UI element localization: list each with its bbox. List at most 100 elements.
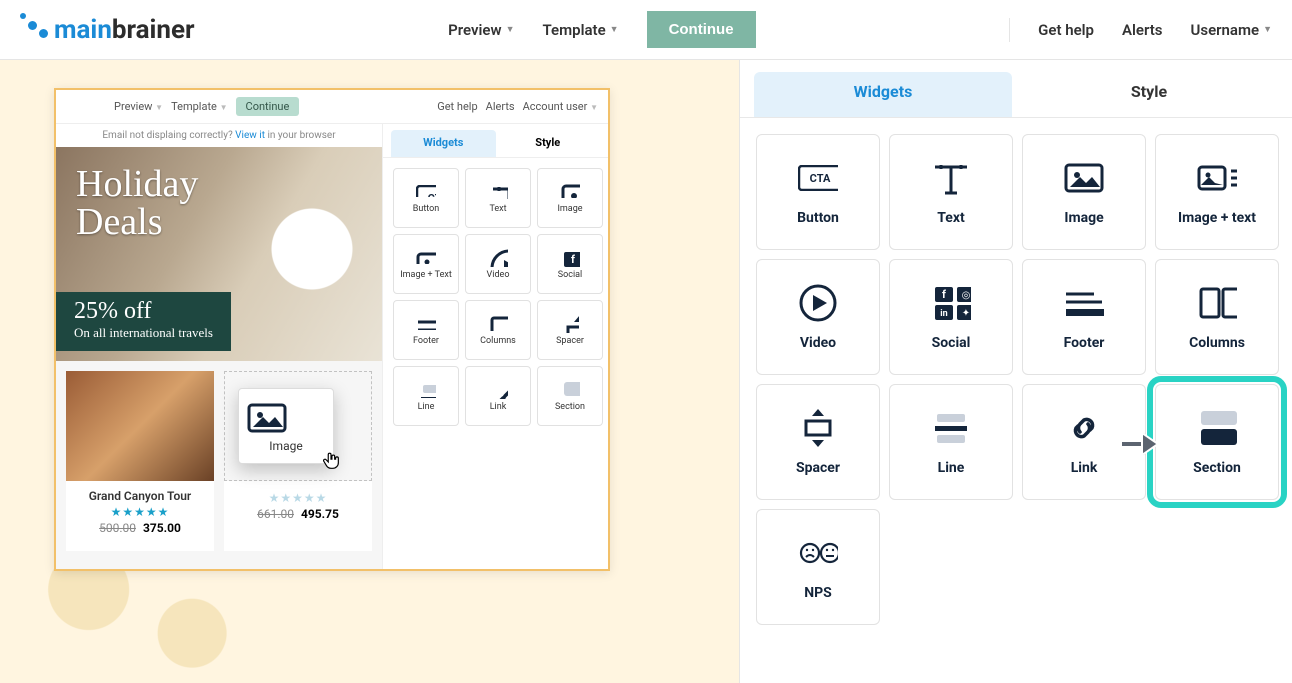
svg-text:◎: ◎ <box>962 290 971 301</box>
star-rating-icon: ★★★★★ <box>269 491 328 505</box>
template-label: Template <box>543 21 606 39</box>
widgets-grid: CTAButtonTextImageImage + textVideof◎in✦… <box>740 118 1292 641</box>
hero-discount: 25% off <box>74 298 213 325</box>
email-preview: Preview ▼ Template ▼ Continue Get help A… <box>54 88 610 571</box>
chevron-down-icon: ▼ <box>1263 24 1272 35</box>
brand-sub: brainer <box>112 15 195 45</box>
mini-widget-button[interactable]: CTA Button <box>393 168 459 228</box>
dragging-widget[interactable]: Image <box>238 388 334 464</box>
widget-label: Image + text <box>1178 210 1256 226</box>
mini-widget-text[interactable]: Text <box>465 168 531 228</box>
view-in-browser-link[interactable]: View it <box>235 130 265 141</box>
get-help-link[interactable]: Get help <box>1038 21 1094 39</box>
svg-text:in: in <box>940 309 947 319</box>
tab-style-mini[interactable]: Style <box>496 130 601 157</box>
preview-label: Preview <box>448 21 501 39</box>
username-label: Username <box>1191 21 1260 39</box>
mini-widget-video[interactable]: Video <box>465 234 531 294</box>
mini-widget-label: Section <box>555 402 585 412</box>
preview-side-panel: Widgets Style CTA Button Text Image Image + … <box>382 124 608 569</box>
deal-image <box>66 371 214 481</box>
alerts-link[interactable]: Alerts <box>1122 21 1163 39</box>
mini-widget-label: Footer <box>413 336 439 346</box>
divider <box>1009 18 1010 42</box>
image-icon <box>1064 158 1104 198</box>
deal-price: 500.00 375.00 <box>99 521 181 535</box>
continue-button[interactable]: Continue <box>647 11 756 48</box>
mini-widget-footer[interactable]: Footer <box>393 300 459 360</box>
mini-widget-label: Video <box>487 270 510 280</box>
hero-banner: Holiday Deals 25% off On all internation… <box>56 147 382 361</box>
widget-image_text[interactable]: Image + text <box>1155 134 1279 250</box>
widget-label: Button <box>797 210 839 226</box>
text-icon <box>931 158 971 198</box>
widget-video[interactable]: Video <box>756 259 880 375</box>
chevron-down-icon: ▼ <box>506 24 515 35</box>
widget-columns[interactable]: Columns <box>1155 259 1279 375</box>
widget-text[interactable]: Text <box>889 134 1013 250</box>
footer-icon <box>416 314 436 332</box>
mini-widget-columns[interactable]: Columns <box>465 300 531 360</box>
svg-text:f: f <box>571 253 575 266</box>
svg-text:CTA: CTA <box>428 192 436 197</box>
svg-text:CTA: CTA <box>810 172 831 185</box>
mini-widget-social[interactable]: f◎in✦Social <box>537 234 603 294</box>
image_text-icon <box>416 248 436 266</box>
hero-discount-band: 25% off On all international travels <box>56 292 231 351</box>
mini-widget-label: Button <box>413 204 439 214</box>
deal-price: 661.00 495.75 <box>257 507 339 521</box>
tab-style[interactable]: Style <box>1020 72 1278 117</box>
template-menu-mini[interactable]: Template ▼ <box>171 100 227 113</box>
chevron-down-icon: ▼ <box>610 24 619 35</box>
columns-icon <box>488 314 508 332</box>
widget-label: Section <box>1193 460 1241 476</box>
mini-widget-spacer[interactable]: Spacer <box>537 300 603 360</box>
widget-spacer[interactable]: Spacer <box>756 384 880 500</box>
tab-widgets-mini[interactable]: Widgets <box>391 130 496 157</box>
widget-label: Text <box>937 210 964 226</box>
arrow-right-icon <box>1120 429 1160 459</box>
brand-text: mainbrainer <box>54 15 195 45</box>
logo-dot-icon <box>20 13 26 19</box>
mini-tabs: Widgets Style <box>383 124 608 158</box>
spacer-icon <box>798 408 838 448</box>
widget-button[interactable]: CTA Button <box>756 134 880 250</box>
brand-logo: mainbrainer <box>20 15 195 45</box>
section-icon <box>560 380 580 398</box>
user-menu[interactable]: Username ▼ <box>1191 21 1273 39</box>
widget-image[interactable]: Image <box>1022 134 1146 250</box>
get-help-mini[interactable]: Get help <box>437 100 477 113</box>
tab-widgets[interactable]: Widgets <box>754 72 1012 117</box>
mini-widget-image_text[interactable]: Image + Text <box>393 234 459 294</box>
app-header: mainbrainer Preview ▼ Template ▼ Continu… <box>0 0 1292 60</box>
mini-widget-image[interactable]: Image <box>537 168 603 228</box>
widget-section[interactable]: Section <box>1155 384 1279 500</box>
hero-subtitle: On all international travels <box>74 325 213 341</box>
widget-nps[interactable]: NPS <box>756 509 880 625</box>
mini-widget-line[interactable]: Line <box>393 366 459 426</box>
widget-social[interactable]: f◎in✦Social <box>889 259 1013 375</box>
template-menu[interactable]: Template ▼ <box>543 21 619 39</box>
widget-footer[interactable]: Footer <box>1022 259 1146 375</box>
workspace: Preview ▼ Template ▼ Continue Get help A… <box>0 60 1292 683</box>
mini-widget-label: Image <box>557 204 582 214</box>
link-icon <box>488 380 508 398</box>
account-menu-mini[interactable]: Account user ▼ <box>523 100 598 113</box>
mini-widget-link[interactable]: Link <box>465 366 531 426</box>
text-icon <box>488 182 508 200</box>
continue-button-mini[interactable]: Continue <box>236 97 300 116</box>
preview-menu[interactable]: Preview ▼ <box>448 21 514 39</box>
preview-menu-mini[interactable]: Preview ▼ <box>114 100 163 113</box>
footer-icon <box>1064 283 1104 323</box>
video-icon <box>488 248 508 266</box>
deal-title: Grand Canyon Tour <box>89 489 192 503</box>
dragging-widget-label: Image <box>247 439 325 453</box>
mini-widgets-grid: CTA Button Text Image Image + Text Video f◎in✦… <box>383 158 608 436</box>
alerts-mini[interactable]: Alerts <box>486 100 515 113</box>
widget-line[interactable]: Line <box>889 384 1013 500</box>
social-icon: f◎in✦ <box>560 248 580 266</box>
cursor-hand-icon <box>320 450 342 472</box>
mini-widget-label: Image + Text <box>400 270 452 280</box>
mini-widget-label: Text <box>489 204 506 214</box>
mini-widget-section[interactable]: Section <box>537 366 603 426</box>
